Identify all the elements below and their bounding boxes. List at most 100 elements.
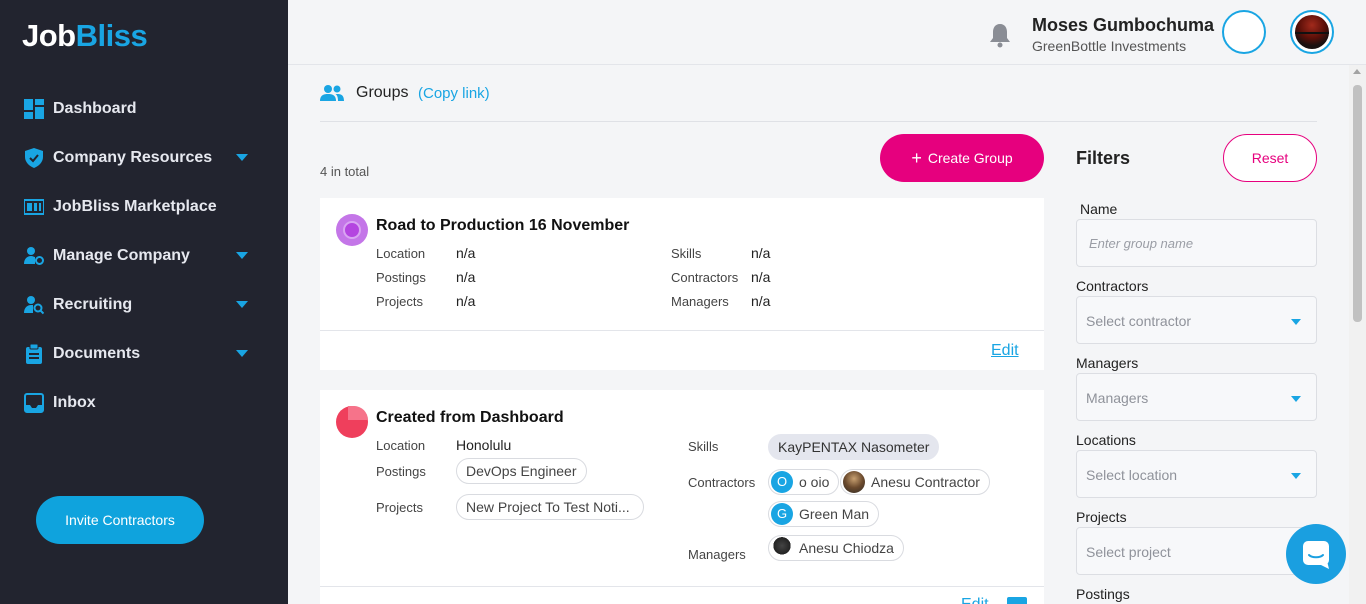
location-value: n/a <box>456 245 476 261</box>
edit-group-link[interactable]: Edit <box>991 342 1019 360</box>
jobbliss-logo[interactable]: JobBliss <box>22 18 148 54</box>
skills-value: n/a <box>751 245 771 261</box>
scrollbar-thumb[interactable] <box>1353 85 1362 322</box>
location-select[interactable]: Select location <box>1076 450 1317 498</box>
page-scrollbar[interactable] <box>1349 65 1366 604</box>
group-card: Road to Production 16 November Location … <box>320 198 1044 370</box>
create-group-label: Create Group <box>927 149 1013 166</box>
copy-link[interactable]: (Copy link) <box>418 85 490 102</box>
sidebar: JobBliss Dashboard Company Resources Job… <box>0 0 288 604</box>
contractor-avatar: O <box>771 471 793 493</box>
dashboard-icon <box>24 98 44 119</box>
sidebar-item-marketplace[interactable]: JobBliss Marketplace <box>0 182 288 231</box>
managers-label: Managers <box>688 547 746 562</box>
managers-label: Managers <box>671 294 729 309</box>
contractors-filter-label: Contractors <box>1076 278 1149 294</box>
location-label: Location <box>376 246 426 261</box>
sidebar-item-company-resources[interactable]: Company Resources <box>0 133 288 182</box>
contractor-name: Green Man <box>799 506 870 522</box>
skills-label: Skills <box>671 246 702 261</box>
contractor-avatar: G <box>771 503 793 525</box>
chevron-down-icon <box>1291 473 1301 479</box>
more-menu-icon[interactable] <box>1007 597 1027 604</box>
projects-label: Projects <box>376 500 423 515</box>
filters-title: Filters <box>1076 148 1131 168</box>
sidebar-item-manage-company[interactable]: Manage Company <box>0 231 288 280</box>
sidebar-item-label: Company Resources <box>53 148 213 166</box>
group-name[interactable]: Road to Production 16 November <box>376 217 629 235</box>
user-search-icon <box>24 295 44 315</box>
sidebar-item-dashboard[interactable]: Dashboard <box>0 84 288 133</box>
chevron-down-icon[interactable] <box>236 252 248 259</box>
shield-icon <box>24 147 44 168</box>
group-card: Created from Dashboard Location Honolulu… <box>320 390 1044 604</box>
sidebar-item-documents[interactable]: Documents <box>0 329 288 378</box>
sidebar-item-label: Inbox <box>53 393 96 411</box>
postings-label: Postings <box>376 270 426 285</box>
id-card-icon <box>24 197 44 217</box>
name-filter-label: Name <box>1080 201 1118 217</box>
invite-contractors-button[interactable]: Invite Contractors <box>36 496 204 544</box>
reset-button[interactable]: Reset <box>1223 134 1317 182</box>
projects-filter-label: Projects <box>1076 509 1127 525</box>
bell-icon[interactable] <box>988 22 1012 53</box>
plus-icon: + <box>911 147 922 168</box>
contractors-label: Contractors <box>688 475 756 490</box>
group-name-input[interactable] <box>1076 219 1317 267</box>
profile-circle-button[interactable] <box>1222 10 1266 54</box>
managers-select[interactable]: Managers <box>1076 373 1317 421</box>
user-gear-icon <box>24 246 44 266</box>
postings-filter-label: Postings <box>1076 586 1130 602</box>
top-header: Moses Gumbochuma GreenBottle Investments <box>288 0 1366 65</box>
contractors-label: Contractors <box>671 270 739 285</box>
chat-icon <box>1301 539 1331 574</box>
sidebar-item-recruiting[interactable]: Recruiting <box>0 280 288 329</box>
contractor-avatar <box>843 471 865 493</box>
group-name[interactable]: Created from Dashboard <box>376 409 564 427</box>
sidebar-item-label: Dashboard <box>53 99 137 117</box>
avatar-detail <box>1295 32 1329 34</box>
chevron-down-icon[interactable] <box>236 154 248 161</box>
contractor-chip[interactable]: Anesu Contractor <box>840 469 990 495</box>
sidebar-nav: Dashboard Company Resources JobBliss Mar… <box>0 84 288 427</box>
contractor-select-placeholder: Select contractor <box>1086 313 1192 329</box>
create-group-button[interactable]: + Create Group <box>880 134 1044 182</box>
contractor-select[interactable]: Select contractor <box>1076 296 1317 344</box>
project-select[interactable]: Select project <box>1076 527 1317 575</box>
group-avatar-icon <box>336 214 368 246</box>
card-divider <box>320 330 1044 331</box>
contractor-name: Anesu Contractor <box>871 474 980 490</box>
project-select-placeholder: Select project <box>1086 544 1171 560</box>
sidebar-item-label: Documents <box>53 344 141 362</box>
project-chip[interactable]: New Project To Test Noti... <box>456 494 644 520</box>
posting-chip[interactable]: DevOps Engineer <box>456 458 587 484</box>
manager-avatar <box>771 537 793 559</box>
projects-label: Projects <box>376 294 423 309</box>
chevron-down-icon[interactable] <box>236 301 248 308</box>
avatar[interactable] <box>1290 10 1334 54</box>
sidebar-item-label: JobBliss Marketplace <box>53 197 217 215</box>
chat-launcher-button[interactable] <box>1286 524 1346 584</box>
contractor-chip[interactable]: Oo oio <box>768 469 840 495</box>
scroll-up-arrow-icon[interactable] <box>1353 69 1361 74</box>
managers-filter-label: Managers <box>1076 355 1139 371</box>
users-group-icon <box>320 84 344 107</box>
chevron-down-icon <box>1291 396 1301 402</box>
skill-chip[interactable]: KayPENTAX Nasometer <box>768 434 940 460</box>
postings-value: n/a <box>456 269 476 285</box>
total-count: 4 in total <box>320 164 370 179</box>
card-divider <box>320 586 1044 587</box>
sidebar-item-inbox[interactable]: Inbox <box>0 378 288 427</box>
contractor-chip[interactable]: G Green Man <box>768 501 880 527</box>
chevron-down-icon[interactable] <box>236 350 248 357</box>
page-header: Groups (Copy link) <box>320 80 1317 122</box>
managers-select-placeholder: Managers <box>1086 390 1149 406</box>
location-label: Location <box>376 438 426 453</box>
projects-value: n/a <box>456 293 476 309</box>
manager-chip[interactable]: Anesu Chiodza <box>768 535 904 561</box>
locations-filter-label: Locations <box>1076 432 1136 448</box>
edit-group-link[interactable]: Edit <box>961 596 989 604</box>
contractors-value: n/a <box>751 269 771 285</box>
user-company: GreenBottle Investments <box>1032 38 1187 54</box>
skills-label: Skills <box>688 439 719 454</box>
